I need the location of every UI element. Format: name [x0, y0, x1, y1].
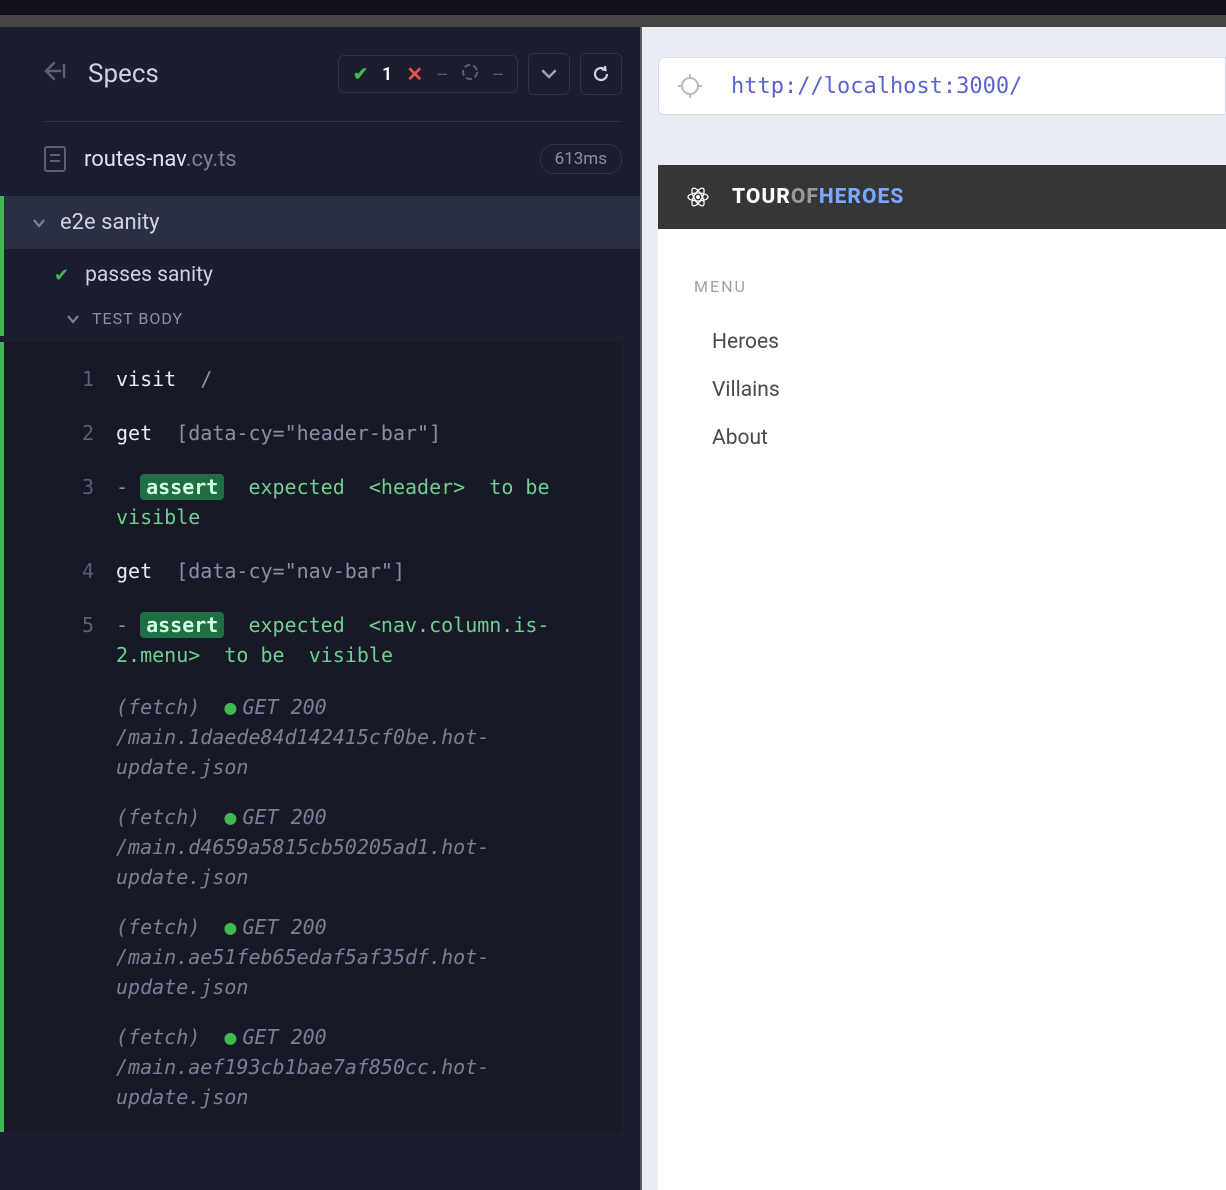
log-line[interactable]: 3 - assert expected <header> to be visib…: [66, 460, 608, 544]
pending-icon: [461, 63, 479, 86]
check-icon: ✔: [54, 265, 69, 286]
back-icon[interactable]: [44, 61, 68, 87]
chevron-down-icon: [66, 309, 80, 328]
chevron-down-icon: [32, 213, 46, 232]
duration-badge: 613ms: [540, 144, 622, 174]
menu-item-heroes[interactable]: Heroes: [694, 318, 1226, 366]
test-row[interactable]: ✔ passes sanity: [0, 249, 640, 301]
fetch-line[interactable]: (fetch) ●GET 200/main.d4659a5815cb50205a…: [66, 792, 608, 902]
menu-label: MENU: [694, 277, 1226, 296]
chevron-down-button[interactable]: [528, 53, 570, 95]
body-label: TEST BODY: [92, 309, 183, 328]
menu-item-villains[interactable]: Villains: [694, 366, 1226, 414]
log-line[interactable]: 1 visit /: [66, 352, 608, 406]
fetch-line[interactable]: (fetch) ●GET 200/main.aef193cb1bae7af850…: [66, 1012, 608, 1122]
results-pill: ✔ 1 ✕ -- --: [338, 55, 518, 93]
spec-name: routes-nav: [84, 147, 186, 172]
suite-name: e2e sanity: [60, 210, 160, 235]
react-icon: [686, 185, 710, 209]
check-icon: ✔: [353, 64, 368, 85]
log-line[interactable]: 5 - assert expected <nav.column.is-2.men…: [66, 598, 608, 682]
window-topbar: [0, 0, 1226, 15]
pending-count: --: [493, 64, 503, 85]
fetch-line[interactable]: (fetch) ●GET 200/main.1daede84d142415cf0…: [66, 682, 608, 792]
spec-ext: .cy.ts: [186, 147, 237, 172]
pass-count: 1: [382, 64, 392, 85]
menu-block: MENU Heroes Villains About: [658, 229, 1226, 462]
menu-item-about[interactable]: About: [694, 414, 1226, 462]
specs-header: Specs ✔ 1 ✕ -- --: [14, 27, 640, 121]
log-line[interactable]: 2 get [data-cy="header-bar"]: [66, 406, 608, 460]
main-split: Specs ✔ 1 ✕ -- --: [0, 27, 1226, 1190]
command-log: 1 visit / 2 get [data-cy="header-bar"] 3…: [0, 342, 622, 1132]
app-frame: TOUROFHEROES MENU Heroes Villains About: [658, 165, 1226, 1190]
test-body-row[interactable]: TEST BODY: [0, 301, 640, 336]
app-header: TOUROFHEROES: [658, 165, 1226, 229]
fail-count: --: [437, 64, 447, 85]
specs-title: Specs: [88, 59, 159, 89]
preview-panel: http://localhost:3000/ TOUROFHEROES MENU…: [640, 27, 1226, 1190]
reload-button[interactable]: [580, 53, 622, 95]
assert-badge: assert: [140, 474, 224, 500]
assert-badge: assert: [140, 612, 224, 638]
suite-row[interactable]: e2e sanity: [0, 196, 640, 249]
preview-url[interactable]: http://localhost:3000/: [731, 74, 1022, 99]
brand-title: TOUROFHEROES: [732, 185, 904, 209]
url-bar: http://localhost:3000/: [658, 57, 1226, 115]
cypress-panel: Specs ✔ 1 ✕ -- --: [0, 27, 640, 1190]
fetch-line[interactable]: (fetch) ●GET 200/main.ae51feb65edaf5af35…: [66, 902, 608, 1012]
gray-band: [0, 15, 1226, 27]
spec-file-row[interactable]: routes-nav.cy.ts 613ms: [14, 122, 640, 196]
selector-target-icon[interactable]: [677, 73, 703, 99]
file-icon: [44, 146, 66, 172]
fail-icon: ✕: [406, 62, 423, 86]
test-name: passes sanity: [85, 263, 213, 287]
log-line[interactable]: 4 get [data-cy="nav-bar"]: [66, 544, 608, 598]
